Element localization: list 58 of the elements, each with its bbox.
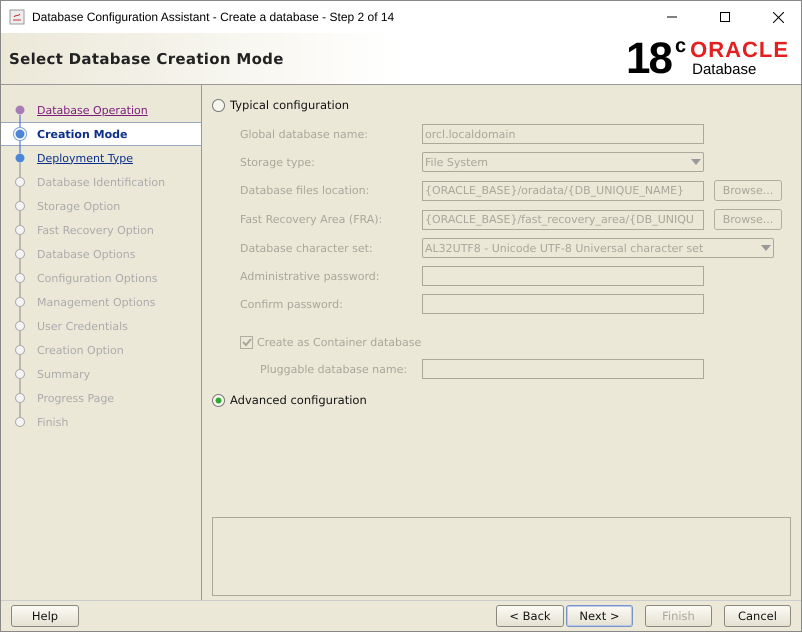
step-dot-icon: [13, 122, 27, 146]
step-item[interactable]: Configuration Options: [1, 266, 201, 290]
step-item[interactable]: Storage Option: [1, 194, 201, 218]
dialog-button[interactable]: < Back: [496, 605, 564, 627]
field-label: Administrative password:: [240, 270, 380, 282]
step-dot-icon: [13, 170, 27, 194]
page-title: Select Database Creation Mode: [9, 50, 284, 68]
caret-icon: [691, 159, 701, 165]
step-dot-icon: [13, 242, 27, 266]
step-dot-icon: [13, 386, 27, 410]
step-item[interactable]: Creation Option: [1, 338, 201, 362]
version-number: 18: [626, 36, 671, 80]
step-item[interactable]: Deployment Type: [1, 146, 201, 170]
step-dot-icon: [13, 314, 27, 338]
step-item[interactable]: Finish: [1, 410, 201, 434]
step-item[interactable]: Progress Page: [1, 386, 201, 410]
maximize-icon[interactable]: [720, 12, 730, 22]
dialog-button[interactable]: Cancel: [724, 605, 791, 627]
field-label: Confirm password:: [240, 298, 344, 310]
field-label: Database files location:: [240, 184, 370, 197]
step-item[interactable]: Management Options: [1, 290, 201, 314]
step-dot-icon: [13, 266, 27, 290]
step-dot-icon: [13, 362, 27, 386]
step-item[interactable]: Summary: [1, 362, 201, 386]
field-label: Fast Recovery Area (FRA):: [240, 213, 384, 226]
field-label: Database character set:: [240, 242, 374, 254]
radio-button[interactable]: [212, 394, 225, 406]
field-label: Pluggable database name:: [260, 362, 408, 376]
step-dot-icon: [13, 146, 27, 170]
step-dot-icon: [13, 338, 27, 362]
minimize-icon[interactable]: [667, 16, 677, 18]
step-item[interactable]: Database Identification: [1, 170, 201, 194]
field-label: Storage type:: [240, 156, 316, 168]
close-icon[interactable]: [772, 12, 784, 22]
step-item[interactable]: Creation Mode: [1, 122, 201, 146]
step-dot-icon: [13, 218, 27, 242]
text-field[interactable]: [422, 294, 704, 314]
checkbox-label: Create as Container database: [257, 336, 422, 349]
brand-logo: ORACLE: [690, 39, 789, 61]
dialog-button[interactable]: Next >: [566, 605, 633, 627]
step-item[interactable]: User Credentials: [1, 314, 201, 338]
field-label: Global database name:: [240, 128, 369, 140]
step-item[interactable]: Database Operation: [1, 98, 201, 122]
product-name: Database: [692, 61, 756, 78]
app-icon: [9, 9, 25, 25]
text-field[interactable]: [422, 359, 704, 379]
dialog-button[interactable]: Help: [11, 605, 79, 627]
version-suffix: c: [674, 34, 686, 58]
typical-config-option[interactable]: Typical configuration: [212, 95, 791, 115]
step-dot-icon: [13, 290, 27, 314]
caret-icon: [761, 245, 771, 251]
text-field[interactable]: [422, 266, 704, 286]
window-title: Database Configuration Assistant - Create a database - Step 2 of 14: [32, 10, 396, 24]
step-item[interactable]: Database Options: [1, 242, 201, 266]
step-item[interactable]: Fast Recovery Option: [1, 218, 201, 242]
advanced-config-option[interactable]: Advanced configuration: [212, 390, 791, 410]
step-dot-icon: [13, 194, 27, 218]
radio-button[interactable]: [212, 98, 225, 112]
